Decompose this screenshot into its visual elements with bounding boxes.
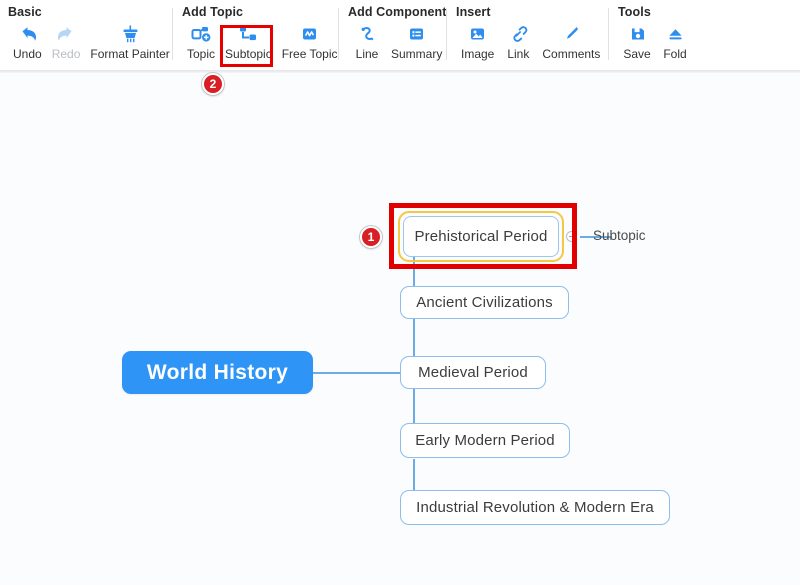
redo-button[interactable]: Redo (47, 24, 86, 61)
insert-comments-label: Comments (542, 47, 601, 61)
link-icon (508, 24, 529, 45)
summary-label: Summary (391, 47, 443, 61)
insert-comments-button[interactable]: Comments (537, 24, 605, 61)
annotation-badge-2: 2 (202, 73, 224, 95)
add-subtopic-label: Subtopic (225, 47, 272, 61)
annotation-badge-1-number: 1 (367, 230, 375, 244)
mindmap-node-label: Early Modern Period (415, 432, 555, 449)
insert-link-label: Link (507, 47, 530, 61)
toolbar-divider (608, 8, 609, 60)
add-topic-label: Topic (187, 47, 216, 61)
summary-icon (406, 24, 427, 45)
mindmap-node-label: Prehistorical Period (414, 228, 548, 245)
redo-label: Redo (51, 47, 81, 61)
fold-label: Fold (663, 47, 687, 61)
toolbar-group-items: Save Fold (618, 24, 694, 61)
format-painter-icon (120, 24, 141, 45)
mindmap-node-medieval-period[interactable]: Medieval Period (400, 356, 546, 389)
summary-button[interactable]: Summary (386, 24, 447, 61)
toolbar-group-items: Line Summary (348, 24, 447, 61)
mindmap-application-window: Basic Undo Redo Format Painter Add Topic… (0, 0, 800, 585)
mindmap-root-node-label: World History (146, 360, 289, 384)
fold-button[interactable]: Fold (656, 24, 694, 61)
relationship-line-label: Line (355, 47, 379, 61)
toolbar-divider (338, 8, 339, 60)
add-subtopic-icon (238, 24, 259, 45)
image-icon (467, 24, 488, 45)
mindmap-root-node[interactable]: World History (122, 351, 313, 394)
mindmap-node-label: Medieval Period (418, 364, 528, 381)
undo-label: Undo (13, 47, 42, 61)
mindmap-node-ancient-civilizations[interactable]: Ancient Civilizations (400, 286, 569, 319)
save-disk-icon (627, 24, 648, 45)
annotation-badge-1: 1 (360, 226, 382, 248)
toolbar-divider (172, 8, 173, 60)
mindmap-node-industrial-revolution[interactable]: Industrial Revolution & Modern Era (400, 490, 670, 525)
free-topic-icon (299, 24, 320, 45)
subtopic-callout-label: Subtopic (593, 228, 646, 243)
toolbar-group-title: Insert (456, 5, 491, 19)
insert-image-label: Image (461, 47, 495, 61)
relationship-line-icon (357, 24, 378, 45)
node-collapse-handle[interactable] (566, 231, 577, 242)
add-topic-icon (191, 24, 212, 45)
toolbar-group-items: Undo Redo Format Painter (8, 24, 175, 61)
toolbar-group-items: Topic Subtopic Free Topic (182, 24, 343, 61)
save-button[interactable]: Save (618, 24, 656, 61)
connector-root-to-spine (313, 372, 401, 374)
mindmap-node-prehistorical-period[interactable]: Prehistorical Period (403, 216, 559, 257)
add-subtopic-button[interactable]: Subtopic (220, 24, 277, 61)
toolbar-group-title: Add Component (348, 5, 447, 19)
undo-button[interactable]: Undo (8, 24, 47, 61)
format-painter-label: Format Painter (90, 47, 170, 61)
toolbar-group-title: Add Topic (182, 5, 244, 19)
mindmap-node-label: Industrial Revolution & Modern Era (416, 499, 654, 516)
mindmap-node-early-modern-period[interactable]: Early Modern Period (400, 423, 570, 458)
undo-arrow-icon (17, 24, 38, 45)
free-topic-label: Free Topic (281, 47, 338, 61)
free-topic-button[interactable]: Free Topic (277, 24, 343, 61)
relationship-line-button[interactable]: Line (348, 24, 386, 61)
format-painter-button[interactable]: Format Painter (85, 24, 174, 61)
redo-arrow-icon (56, 24, 77, 45)
fold-up-icon (665, 24, 686, 45)
ribbon-toolbar: Basic Undo Redo Format Painter Add Topic… (0, 0, 800, 70)
insert-link-button[interactable]: Link (499, 24, 537, 61)
toolbar-group-title: Basic (8, 5, 42, 19)
toolbar-divider (446, 8, 447, 60)
add-topic-button[interactable]: Topic (182, 24, 220, 61)
comment-pen-icon (561, 24, 582, 45)
mindmap-node-label: Ancient Civilizations (416, 294, 553, 311)
save-label: Save (623, 47, 651, 61)
mindmap-canvas[interactable]: World History Prehistorical Period Subto… (0, 73, 800, 585)
toolbar-group-items: Image Link Comments (456, 24, 605, 61)
toolbar-group-title: Tools (618, 5, 651, 19)
annotation-badge-2-number: 2 (209, 77, 217, 91)
insert-image-button[interactable]: Image (456, 24, 499, 61)
